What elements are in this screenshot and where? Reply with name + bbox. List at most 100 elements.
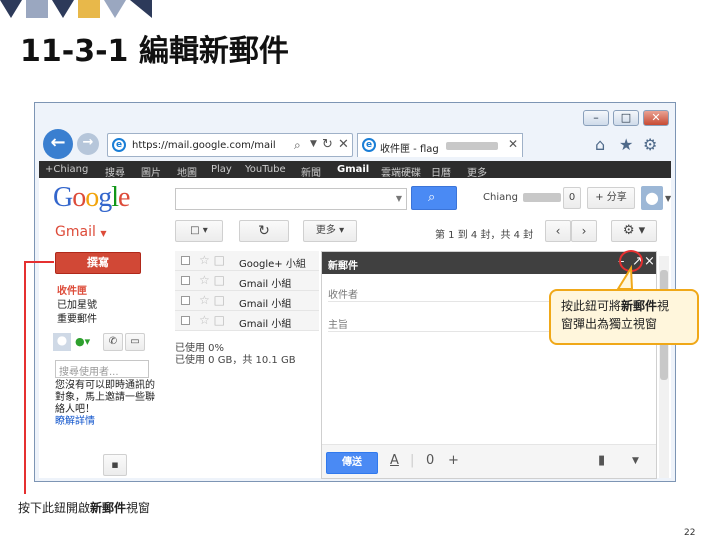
gbar-item-drive[interactable]: 雲端硬碟 [381,164,421,179]
page-number: 22 [684,528,696,538]
compose-button[interactable]: 撰寫 [55,252,141,274]
folder-important[interactable]: 重要郵件 [57,310,97,325]
address-bar[interactable]: e https://mail.google.com/mail ⌕ ▼ ↻ ✕ [107,133,353,157]
note-text-c: 視窗 [126,501,151,515]
gbar-item-gmail[interactable]: Gmail [337,164,369,175]
message-row[interactable]: ☆ □ Google+ 小組 [175,251,319,271]
gbar-item-maps[interactable]: 地圖 [177,164,197,179]
chat-message-text: 您沒有可以即時通訊的對象，馬上邀請一些聯絡人吧！ [55,380,155,415]
more-button[interactable]: 更多 ▾ [303,220,357,242]
pagination-text: 第 1 到 4 封，共 4 封 [435,230,534,241]
phone-icon[interactable]: ✆ [103,333,123,351]
search-dropdown-icon[interactable]: ▼ [396,194,402,203]
user-name[interactable]: Chiang [483,192,518,203]
next-page-icon[interactable]: › [571,220,597,242]
gbar-item-youtube[interactable]: YouTube [245,164,286,175]
storage-info: 已使用 0% 已使用 0 GB，共 10.1 GB [175,343,296,367]
stop-icon[interactable]: ✕ [338,137,349,152]
message-row[interactable]: ☆ □ Gmail 小組 [175,311,319,331]
forward-icon[interactable]: → [77,133,99,155]
prev-page-icon[interactable]: ‹ [545,220,571,242]
logo-letter: o [85,182,99,213]
gbar-item-plus[interactable]: +Chiang [45,164,88,175]
message-sender: Gmail 小組 [239,319,292,330]
subject-placeholder: 主旨 [328,320,348,331]
chat-window-icon[interactable]: ▪ [103,454,127,476]
home-icon[interactable]: ⌂ [595,135,605,154]
insert-plus-icon[interactable]: + [448,453,459,468]
decoration-shape [78,0,100,18]
folder-inbox[interactable]: 收件匣 [57,282,87,297]
blurred-username [523,193,561,202]
ie-tab-icon: e [362,138,376,152]
account-dropdown-icon[interactable]: ▼ [665,194,671,203]
tab-close-icon[interactable]: ✕ [508,137,518,151]
person-icon: ● [645,188,659,207]
gmail-dropdown-icon: ▼ [100,229,107,238]
compose-footer: 傳送 A | 0 + ▮ ▼ [322,444,656,478]
chat-search-input[interactable]: 搜尋使用者... [55,360,149,378]
formatting-icon[interactable]: A [390,453,399,468]
tab-label: 收件匣 - flag [380,144,439,155]
search-icon[interactable]: ⌕ [294,138,301,153]
gbar-item-news[interactable]: 新聞 [301,164,321,179]
message-checkbox[interactable] [181,296,190,305]
message-row[interactable]: ☆ □ Gmail 小組 [175,291,319,311]
dropdown-icon[interactable]: ▼ [310,139,317,149]
minimize-icon[interactable]: – [583,110,609,126]
gbar-item-images[interactable]: 圖片 [141,164,161,179]
notification-count[interactable]: 0 [563,187,581,209]
logo-letter: g [98,182,112,213]
storage-percent: 已使用 0% [175,343,225,354]
search-button[interactable]: ⌕ [411,186,457,210]
gbar-item-more[interactable]: 更多 [467,164,487,179]
storage-usage: 已使用 0 GB，共 10.1 GB [175,355,296,366]
tools-gear-icon[interactable]: ⚙ [643,135,657,154]
learn-more-link[interactable]: 瞭解詳情 [55,416,95,427]
ie-icon: e [112,138,126,152]
star-icon[interactable]: ☆ □ [199,273,225,287]
chat-empty-message: 您沒有可以即時通訊的對象，馬上邀請一些聯絡人吧！ 瞭解詳情 [55,380,157,428]
popout-highlight [619,250,643,272]
star-icon[interactable]: ☆ □ [199,293,225,307]
gbar-item-play[interactable]: Play [211,164,232,175]
gbar-item-search[interactable]: 搜尋 [105,164,125,179]
divider-icon: | [410,453,415,468]
more-label: 更多 [315,225,336,236]
compose-window: 新郵件 – ↗ × 收件者 主旨 傳送 A | 0 + ▮ ▼ [321,251,657,479]
close-compose-icon[interactable]: × [644,254,655,269]
refresh-icon[interactable]: ↻ [322,137,333,152]
magnifier-icon: ⌕ [428,190,436,205]
mail-search-input[interactable]: ▼ [175,188,407,210]
gbar-item-calendar[interactable]: 日曆 [431,164,451,179]
message-row[interactable]: ☆ □ Gmail 小組 [175,271,319,291]
avatar[interactable]: ● [641,186,663,210]
folder-starred[interactable]: 已加星號 [57,296,97,311]
select-all-checkbox[interactable]: □ ▾ [175,220,223,242]
share-button[interactable]: + 分享 [587,187,635,209]
trash-icon[interactable]: ▮ [598,453,605,468]
close-icon[interactable]: ✕ [643,110,669,126]
favorites-star-icon[interactable]: ★ [619,135,633,154]
star-icon[interactable]: ☆ □ [199,313,225,327]
browser-tab[interactable]: e 收件匣 - flag ✕ [357,133,523,157]
compose-title: 新郵件 [328,261,358,272]
maximize-icon[interactable]: □ [613,110,639,126]
gmail-label[interactable]: Gmail ▼ [55,224,106,240]
decoration-shape [26,0,48,18]
back-icon[interactable]: ← [43,129,73,159]
more-options-icon[interactable]: ▼ [632,456,639,466]
message-checkbox[interactable] [181,276,190,285]
attach-icon[interactable]: 0 [426,453,434,468]
send-button[interactable]: 傳送 [326,452,378,474]
message-checkbox[interactable] [181,316,190,325]
settings-gear-icon[interactable]: ⚙ ▾ [611,220,657,242]
message-checkbox[interactable] [181,256,190,265]
star-icon[interactable]: ☆ □ [199,253,225,267]
status-dot-icon[interactable]: ●▾ [75,335,90,348]
chat-bubble-icon[interactable]: ▭ [125,333,145,351]
blurred-email [446,142,498,150]
chat-avatar-icon[interactable]: ● [53,333,71,351]
compose-pointer-line [24,261,54,263]
refresh-mail-icon[interactable]: ↻ [239,220,289,242]
